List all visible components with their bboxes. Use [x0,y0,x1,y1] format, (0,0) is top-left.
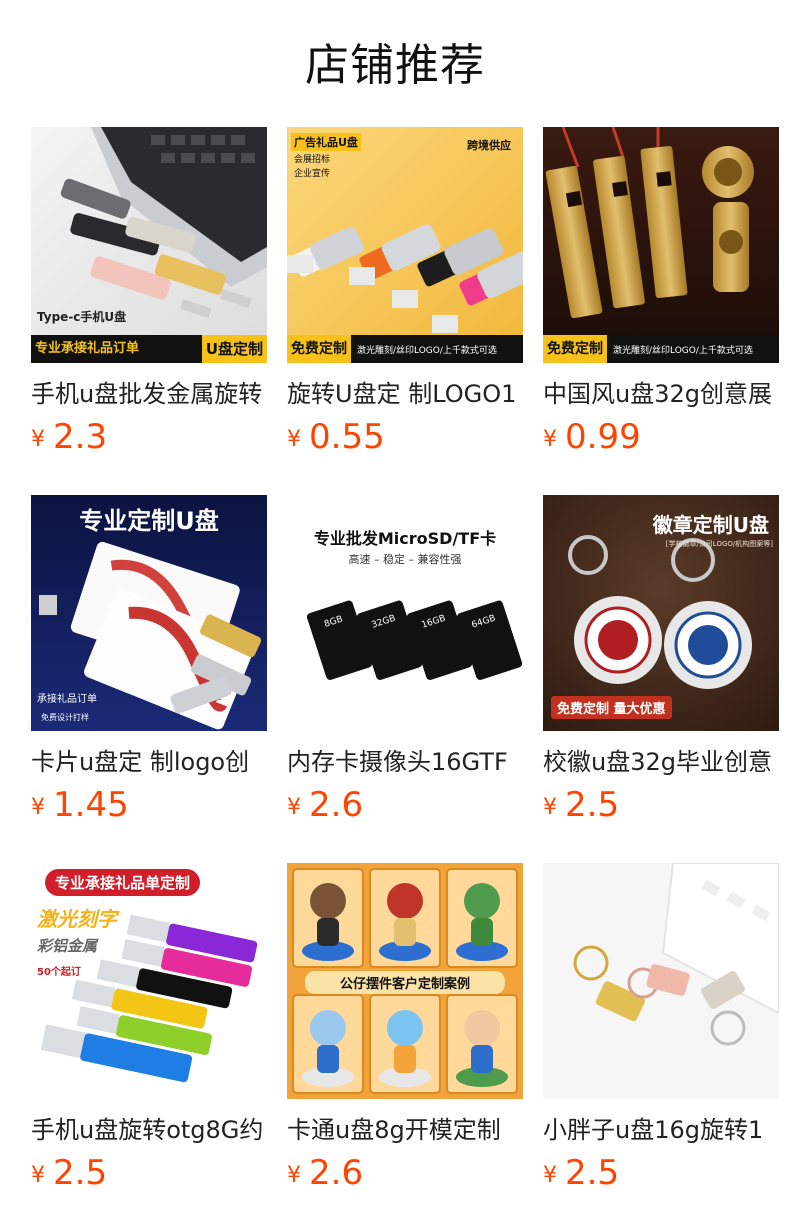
product-price: ¥2.6 [287,783,523,827]
product-card[interactable]: Type-c手机U盘 专业承接礼品订单 U盘定制 手机u盘批发金属旋转 ¥2.3 [31,127,267,495]
price-value: 2.5 [565,1153,620,1193]
product-name[interactable]: 卡片u盘定 制logo创 [31,745,267,779]
product-card[interactable]: 公仔摆件客户定制案例 卡通u盘8g开模定制 ¥2.6 [287,863,523,1231]
price-value: 0.99 [565,417,641,457]
image-subline: [学校徽章/公司LOGO/机构图案等] [665,540,773,548]
product-price: ¥2.3 [31,415,267,459]
band-left-text: 专业承接礼品订单 [35,341,140,356]
product-name[interactable]: 中国风u盘32g创意展 [543,377,779,411]
price-value: 0.55 [309,417,385,457]
product-price: ¥2.5 [31,1151,267,1195]
section-title: 店铺推荐 [305,40,485,91]
product-name[interactable]: 校徽u盘32g毕业创意 [543,745,779,779]
product-image[interactable]: Type-c手机U盘 专业承接礼品订单 U盘定制 [31,127,267,363]
image-line: 50个起订 [37,967,81,978]
image-band: 免费定制 激光雕刻/丝印LOGO/上千款式可选 [287,335,523,363]
image-banner: 专业承接礼品单定制 [45,869,201,896]
product-price: ¥0.55 [287,415,523,459]
product-price: ¥0.99 [543,415,779,459]
price-value: 1.45 [53,785,129,825]
image-band: 专业承接礼品订单 U盘定制 [31,335,267,363]
image-headline: 专业定制U盘 [79,507,219,535]
image-tag: 会展招标 [294,155,331,165]
image-subline: 高速 – 稳定 – 兼容性强 [348,553,462,566]
image-band: 免费定制 激光雕刻/丝印LOGO/上千款式可选 [543,335,779,363]
currency-symbol: ¥ [31,427,45,452]
product-price: ¥2.6 [287,1151,523,1195]
currency-symbol: ¥ [287,1163,301,1188]
image-banner: 公仔摆件客户定制案例 [305,971,505,994]
shop-recommend-page: 店铺推荐 Type-c手机U盘 专业承接礼品订单 U盘定制 手机u盘批发金属旋转… [0,0,790,1232]
product-price: ¥2.5 [543,1151,779,1195]
band-tag: 免费定制 [287,335,351,363]
price-value: 2.6 [309,1153,364,1193]
product-image[interactable]: 8GB 32GB 16GB 64GB 专业批发MicroSD/TF卡 高速 – 稳定 … [287,495,523,731]
image-badge: 免费定制 量大优惠 [551,696,672,719]
price-value: 2.5 [53,1153,108,1193]
product-name[interactable]: 旋转U盘定 制LOGO1 [287,377,523,411]
band-text: 激光雕刻/丝印LOGO/上千款式可选 [357,346,497,356]
product-card[interactable]: 免费定制 激光雕刻/丝印LOGO/上千款式可选 中国风u盘32g创意展 ¥0.99 [543,127,779,495]
product-name[interactable]: 小胖子u盘16g旋转1 [543,1113,779,1147]
product-grid: Type-c手机U盘 专业承接礼品订单 U盘定制 手机u盘批发金属旋转 ¥2.3 [31,127,790,1231]
product-card[interactable]: 徽章定制U盘 [学校徽章/公司LOGO/机构图案等] 免费定制 量大优惠 校徽u… [543,495,779,863]
product-image[interactable]: 免费定制 激光雕刻/丝印LOGO/上千款式可选 [543,127,779,363]
image-headline: 徽章定制U盘 [652,513,769,537]
currency-symbol: ¥ [543,427,557,452]
image-tag: 广告礼品U盘 [291,133,361,151]
product-image[interactable]: 广告礼品U盘 会展招标 企业宣传 跨境供应 免费定制 激光雕刻/丝印LOGO/上千… [287,127,523,363]
band-tag: 免费定制 [543,335,607,363]
product-name[interactable]: 卡通u盘8g开模定制 [287,1113,523,1147]
product-price: ¥2.5 [543,783,779,827]
image-line: 免费设计打样 [41,713,89,722]
product-name[interactable]: 手机u盘旋转otg8G约 [31,1113,267,1147]
product-card[interactable]: 广告礼品U盘 会展招标 企业宣传 跨境供应 免费定制 激光雕刻/丝印LOGO/上千… [287,127,523,495]
band-right-text: U盘定制 [201,335,267,363]
image-line: 激光刻字 [37,907,117,931]
product-card[interactable]: 小胖子u盘16g旋转1 ¥2.5 [543,863,779,1231]
image-corner-text: 跨境供应 [467,139,511,152]
product-image[interactable]: 专业定制U盘 承接礼品订单 免费设计打样 [31,495,267,731]
currency-symbol: ¥ [31,795,45,820]
currency-symbol: ¥ [287,795,301,820]
band-text: 激光雕刻/丝印LOGO/上千款式可选 [613,346,753,356]
product-name[interactable]: 内存卡摄像头16GTF [287,745,523,779]
product-image[interactable] [543,863,779,1099]
currency-symbol: ¥ [543,1163,557,1188]
image-caption: Type-c手机U盘 [37,310,127,324]
image-headline: 专业批发MicroSD/TF卡 [313,529,497,548]
currency-symbol: ¥ [287,427,301,452]
product-name[interactable]: 手机u盘批发金属旋转 [31,377,267,411]
product-image[interactable]: 专业承接礼品单定制 激光刻字 彩铝金属 50个起订 [31,863,267,1099]
currency-symbol: ¥ [543,795,557,820]
product-card[interactable]: 专业承接礼品单定制 激光刻字 彩铝金属 50个起订 手机u盘旋转otg8G约 ¥… [31,863,267,1231]
price-value: 2.5 [565,785,620,825]
price-value: 2.6 [309,785,364,825]
product-image[interactable]: 公仔摆件客户定制案例 [287,863,523,1099]
price-value: 2.3 [53,417,108,457]
product-card[interactable]: 8GB 32GB 16GB 64GB 专业批发MicroSD/TF卡 高速 – 稳定 … [287,495,523,863]
product-price: ¥1.45 [31,783,267,827]
product-image[interactable]: 徽章定制U盘 [学校徽章/公司LOGO/机构图案等] 免费定制 量大优惠 [543,495,779,731]
currency-symbol: ¥ [31,1163,45,1188]
image-line: 承接礼品订单 [37,694,97,705]
image-tag: 企业宣传 [294,169,331,179]
image-line: 彩铝金属 [37,937,98,955]
product-card[interactable]: 专业定制U盘 承接礼品订单 免费设计打样 卡片u盘定 制logo创 ¥1.45 [31,495,267,863]
